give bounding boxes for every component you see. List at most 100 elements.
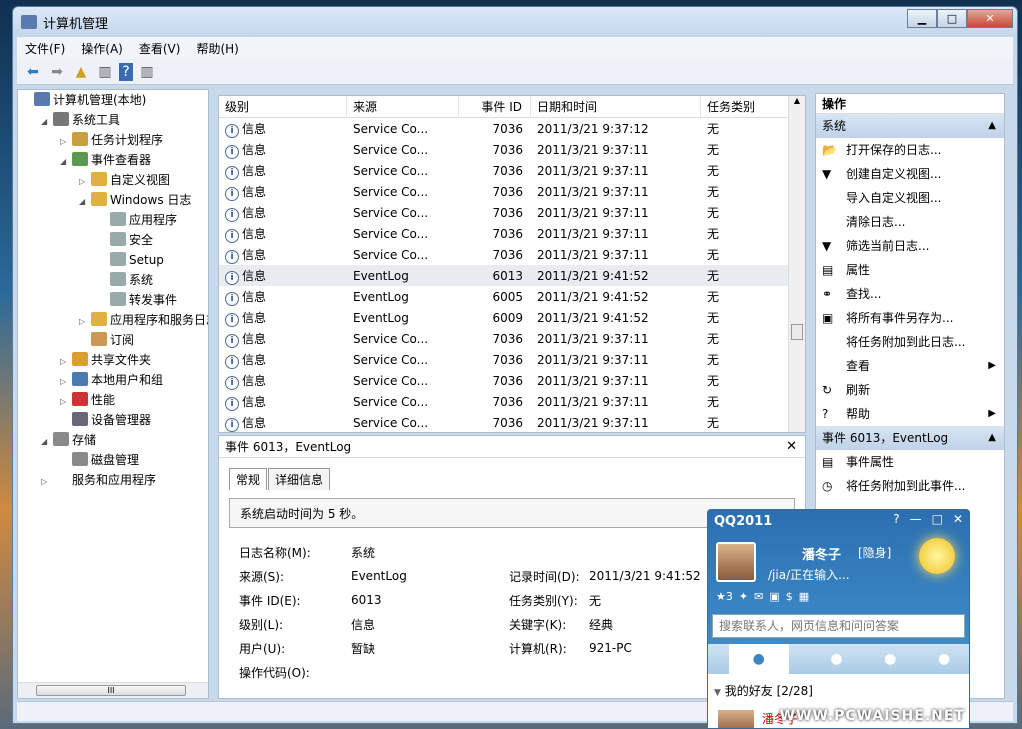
tab-details[interactable]: 详细信息 <box>268 468 331 490</box>
qq-help-icon[interactable]: ? <box>893 512 899 526</box>
star-icon[interactable]: ★3 <box>716 590 733 603</box>
show-hide-tree-icon[interactable]: ▥ <box>95 63 115 81</box>
title-bar[interactable]: 计算机管理 <box>13 7 1017 37</box>
qq-minimize-icon[interactable]: — <box>910 512 922 526</box>
help-icon[interactable]: ? <box>119 62 133 81</box>
tree-node[interactable]: ◢ 存储 <box>18 430 208 450</box>
action-item[interactable]: ▣ 将所有事件另存为... <box>816 306 1004 330</box>
action-item[interactable]: ▤ 事件属性 <box>816 450 1004 474</box>
tree-node[interactable]: 应用程序 <box>18 210 208 230</box>
action-item[interactable]: 📂 打开保存的日志... <box>816 138 1004 162</box>
weather-sun-icon[interactable] <box>919 538 955 574</box>
qzone-icon[interactable]: ✦ <box>739 590 748 603</box>
wallet-icon[interactable]: $ <box>786 590 793 603</box>
tree-node[interactable]: ▷ 共享文件夹 <box>18 350 208 370</box>
group-my-friends[interactable]: ▼ 我的好友 [2/28] <box>708 674 969 699</box>
expand-arrow-icon[interactable]: ◢ <box>41 112 53 132</box>
qq-signature[interactable]: /jia/正在输入... <box>768 566 850 583</box>
menu-view[interactable]: 查看(V) <box>131 40 189 57</box>
expand-arrow-icon[interactable]: ◢ <box>60 152 72 172</box>
tree-node[interactable]: ▷ 本地用户和组 <box>18 370 208 390</box>
col-datetime[interactable]: 日期和时间 <box>531 96 701 117</box>
actions-section-system[interactable]: 系统 ▲ <box>816 114 1004 138</box>
table-row[interactable]: i 信息 Service Co... 7036 2011/3/21 9:37:11 无 <box>219 391 805 412</box>
action-item[interactable]: ⚭ 查找... <box>816 282 1004 306</box>
actions-section-event[interactable]: 事件 6013，EventLog ▲ <box>816 426 1004 450</box>
table-row[interactable]: i 信息 EventLog 6005 2011/3/21 9:41:52 无 <box>219 286 805 307</box>
expand-arrow-icon[interactable]: ◢ <box>79 192 91 212</box>
col-event-id[interactable]: 事件 ID <box>459 96 531 117</box>
qq-close-icon[interactable]: ✕ <box>953 512 963 526</box>
col-source[interactable]: 来源 <box>347 96 459 117</box>
scroll-thumb[interactable]: III <box>36 685 186 696</box>
table-row[interactable]: i 信息 Service Co... 7036 2011/3/21 9:37:11 无 <box>219 328 805 349</box>
buddy-avatar[interactable] <box>718 710 754 728</box>
close-button[interactable]: ✕ <box>967 9 1013 28</box>
scroll-thumb[interactable] <box>791 324 803 340</box>
table-row[interactable]: i 信息 Service Co... 7036 2011/3/21 9:37:11 无 <box>219 139 805 160</box>
collapse-arrow-icon[interactable]: ▷ <box>60 392 72 412</box>
event-list-scrollbar[interactable]: ▲ <box>788 96 805 432</box>
action-item[interactable]: ◷ 将任务附加到此事件... <box>816 474 1004 498</box>
up-folder-icon[interactable]: ▲ <box>71 63 91 81</box>
table-row[interactable]: i 信息 Service Co... 7036 2011/3/21 9:37:11 无 <box>219 244 805 265</box>
collapse-arrow-icon[interactable]: ▷ <box>79 172 91 192</box>
qzone-tab-icon[interactable]: ● <box>884 651 896 667</box>
scroll-up-icon[interactable]: ▲ <box>789 96 805 105</box>
table-row[interactable]: i 信息 EventLog 6009 2011/3/21 9:41:52 无 <box>219 307 805 328</box>
menu-help[interactable]: 帮助(H) <box>188 40 246 57</box>
action-item[interactable]: 将任务附加到此日志... <box>816 330 1004 354</box>
collapse-arrow-icon[interactable]: ▷ <box>41 472 53 492</box>
action-item[interactable]: 查看 ▶ <box>816 354 1004 378</box>
tree-node[interactable]: 磁盘管理 <box>18 450 208 470</box>
tree-node[interactable]: ◢ 事件查看器 <box>18 150 208 170</box>
collapse-arrow-icon[interactable]: ▷ <box>60 352 72 372</box>
close-detail-icon[interactable]: ✕ <box>786 436 797 458</box>
tree-node[interactable]: ▷ 自定义视图 <box>18 170 208 190</box>
col-level[interactable]: 级别 <box>219 96 347 117</box>
tree-node[interactable]: 安全 <box>18 230 208 250</box>
col-task-category[interactable]: 任务类别 <box>701 96 791 117</box>
tree-node[interactable]: ◢ 系统工具 <box>18 110 208 130</box>
table-row[interactable]: i 信息 Service Co... 7036 2011/3/21 9:37:11 无 <box>219 160 805 181</box>
tree-node[interactable]: ▷ 应用程序和服务日志 <box>18 310 208 330</box>
action-item[interactable]: ↻ 刷新 <box>816 378 1004 402</box>
table-row[interactable]: i 信息 Service Co... 7036 2011/3/21 9:37:11 无 <box>219 412 805 432</box>
qq-maximize-icon[interactable]: □ <box>932 512 943 526</box>
shop-icon[interactable]: ▣ <box>769 590 779 603</box>
action-item[interactable]: 导入自定义视图... <box>816 186 1004 210</box>
qq-search-input[interactable]: 搜索联系人，网页信息和问问答案 <box>712 614 965 638</box>
collapse-arrow-icon[interactable]: ▷ <box>79 312 91 332</box>
tree-node[interactable]: 订阅 <box>18 330 208 350</box>
mail-icon[interactable]: ✉ <box>754 590 763 603</box>
tree-node[interactable]: ◢ Windows 日志 <box>18 190 208 210</box>
tree-hscrollbar[interactable]: III <box>18 682 208 698</box>
expand-arrow-icon[interactable]: ◢ <box>41 432 53 452</box>
tree-node[interactable]: 计算机管理(本地) <box>18 90 208 110</box>
recent-tab-icon[interactable]: ● <box>938 651 950 667</box>
table-row[interactable]: i 信息 Service Co... 7036 2011/3/21 9:37:12 无 <box>219 118 805 139</box>
tree-node[interactable]: ▷ 服务和应用程序 <box>18 470 208 490</box>
tree-node[interactable]: 系统 <box>18 270 208 290</box>
table-row[interactable]: i 信息 Service Co... 7036 2011/3/21 9:37:11 无 <box>219 370 805 391</box>
tab-general[interactable]: 常规 <box>229 468 268 490</box>
back-icon[interactable]: ⬅ <box>23 63 43 81</box>
action-item[interactable]: ▤ 属性 <box>816 258 1004 282</box>
show-hide-action-pane-icon[interactable]: ▥ <box>137 63 157 81</box>
tree-node[interactable]: 转发事件 <box>18 290 208 310</box>
action-item[interactable]: ▼ 筛选当前日志... <box>816 234 1004 258</box>
action-item[interactable]: ? 帮助 ▶ <box>816 402 1004 426</box>
table-row[interactable]: i 信息 Service Co... 7036 2011/3/21 9:37:11 无 <box>219 223 805 244</box>
collapse-arrow-icon[interactable]: ▷ <box>60 132 72 152</box>
action-item[interactable]: ▼ 创建自定义视图... <box>816 162 1004 186</box>
grid-icon[interactable]: ▦ <box>799 590 809 603</box>
action-item[interactable]: 清除日志... <box>816 210 1004 234</box>
table-row[interactable]: i 信息 Service Co... 7036 2011/3/21 9:37:11 无 <box>219 202 805 223</box>
qq-avatar[interactable] <box>716 542 756 582</box>
menu-action[interactable]: 操作(A) <box>73 40 131 57</box>
tree-node[interactable]: Setup <box>18 250 208 270</box>
tree-node[interactable]: 设备管理器 <box>18 410 208 430</box>
collapse-icon[interactable]: ▲ <box>988 114 996 138</box>
collapse-arrow-icon[interactable]: ▷ <box>60 372 72 392</box>
table-row[interactable]: i 信息 Service Co... 7036 2011/3/21 9:37:11 无 <box>219 349 805 370</box>
